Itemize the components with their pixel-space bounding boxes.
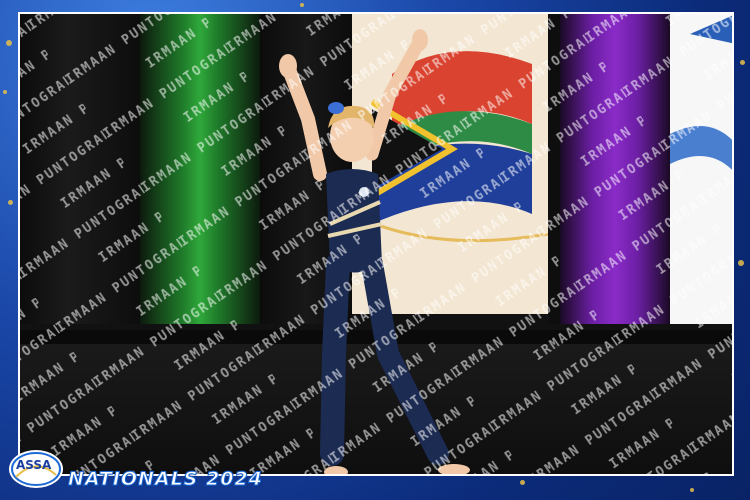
stage-photo: IRMAAN PUNTOGRAPHY IRMAAN PUNTOGRAPHY [18, 12, 734, 476]
gold-speck [520, 480, 525, 485]
side-banner-graphic [670, 14, 732, 324]
event-title: NATIONALS 2024 [68, 468, 263, 491]
curtain-dark-left [20, 14, 140, 324]
gold-speck [300, 3, 304, 7]
gold-speck [3, 90, 7, 94]
side-banner [670, 14, 732, 324]
curtain-purple [560, 14, 670, 324]
gold-speck [6, 40, 12, 46]
photo-frame: IRMAAN PUNTOGRAPHY IRMAAN PUNTOGRAPHY AS… [0, 0, 750, 500]
gymnast-figure [279, 29, 470, 474]
gold-speck [738, 260, 744, 266]
curtain-green [140, 14, 260, 324]
gold-speck [690, 488, 694, 492]
gold-speck [8, 200, 13, 205]
logo-text: ASSA [16, 458, 52, 472]
gold-speck [740, 60, 745, 65]
